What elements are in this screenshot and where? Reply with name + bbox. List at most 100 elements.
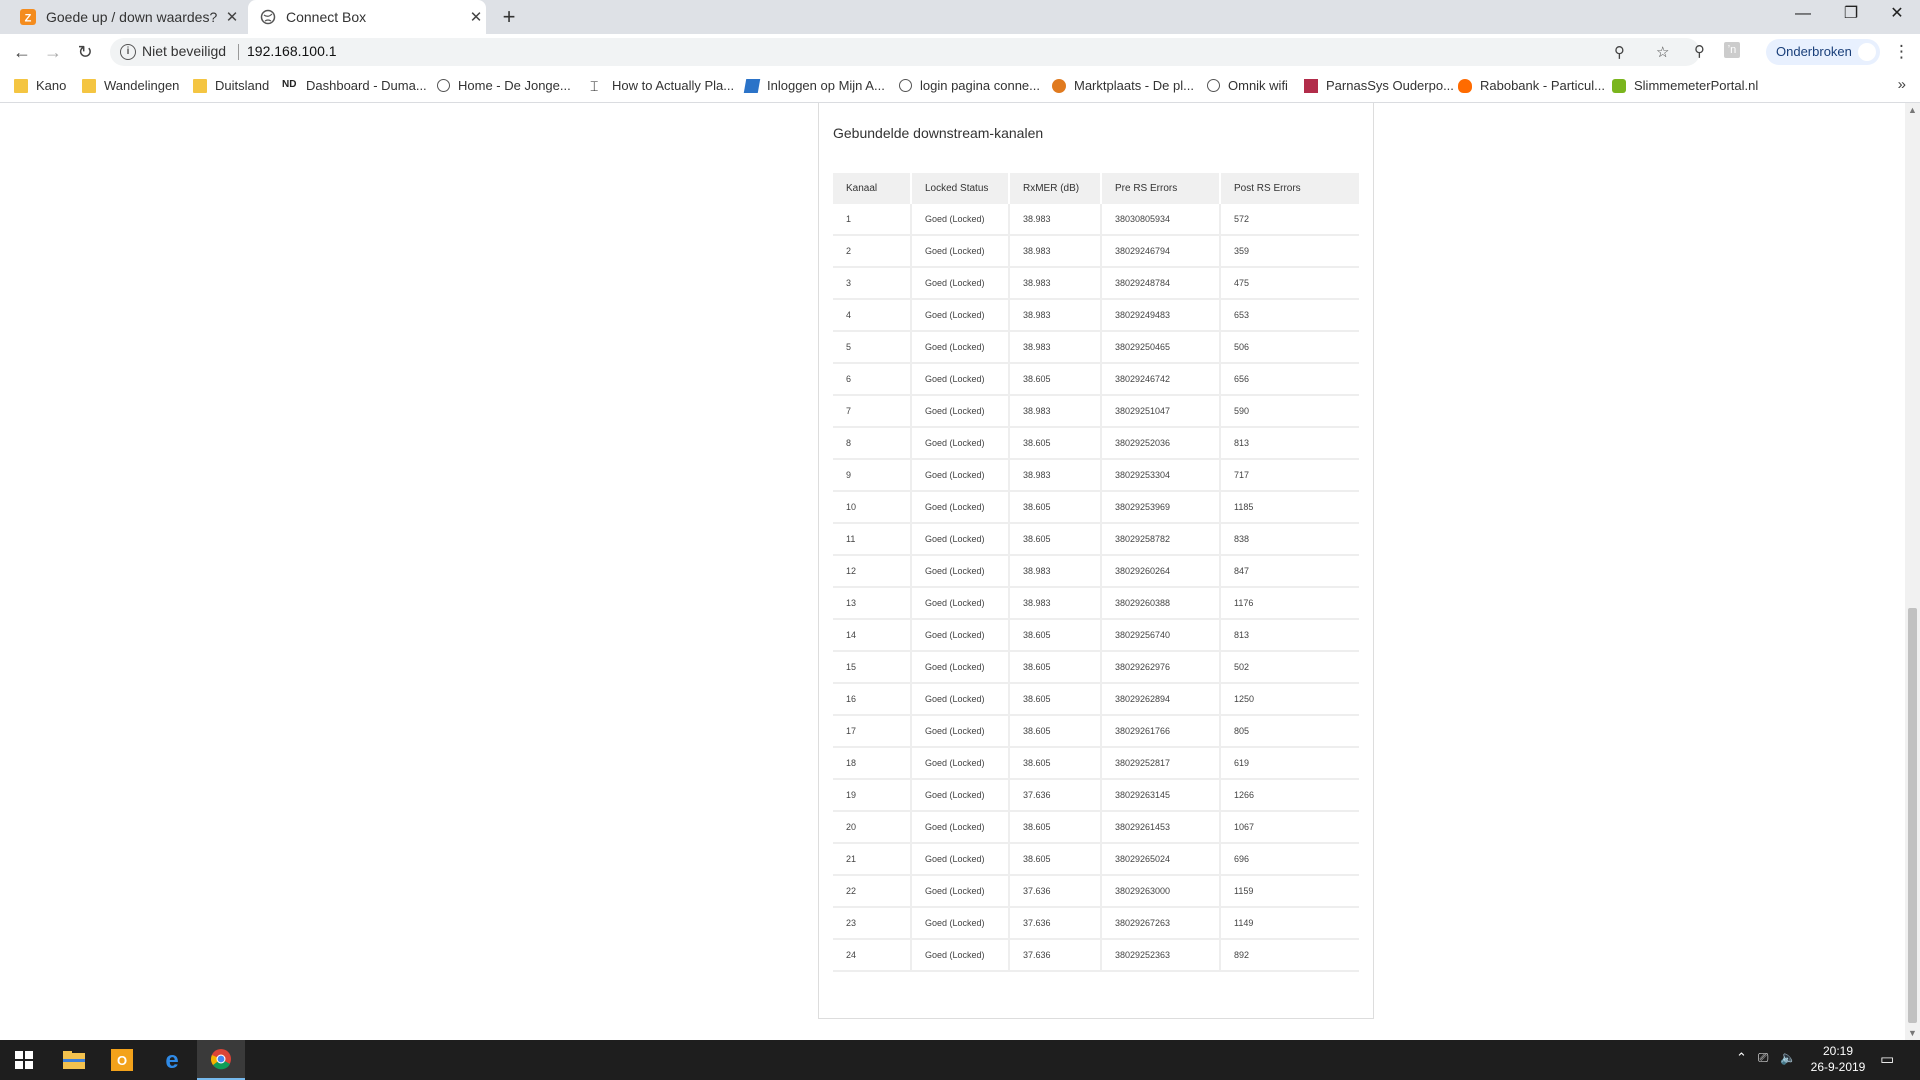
bookmark-label: Wandelingen [104, 78, 180, 93]
edge-icon[interactable]: e [148, 1040, 196, 1080]
profile-label: Onderbroken [1776, 44, 1852, 59]
table-cell: 38029263000 [1102, 876, 1221, 908]
bookmark-marktplaats[interactable]: Marktplaats - De pl... [1052, 78, 1194, 93]
address-bar[interactable]: i Niet beveiligd 192.168.100.1 ⚲ ☆ [110, 38, 1700, 66]
table-row: 10 Goed (Locked) 38.605 38029253969 1185 [833, 492, 1359, 524]
bookmark-label: Rabobank - Particul... [1480, 78, 1606, 93]
notification-icon[interactable]: ▭ [1880, 1050, 1894, 1068]
new-tab-button[interactable]: + [496, 4, 522, 30]
table-cell: Goed (Locked) [912, 748, 1010, 780]
network-icon[interactable]: ⎚ [1758, 1050, 1768, 1066]
table-cell: 38029262976 [1102, 652, 1221, 684]
search-icon[interactable]: ⚲ [1694, 42, 1705, 60]
minimize-button[interactable]: — [1780, 0, 1826, 30]
bookmark-home[interactable]: Home - De Jonge... [437, 78, 571, 93]
table-cell: 359 [1221, 236, 1359, 268]
bookmark-login-pagina[interactable]: login pagina conne... [899, 78, 1040, 93]
table-row: 2 Goed (Locked) 38.983 38029246794 359 [833, 236, 1359, 268]
table-cell: 892 [1221, 940, 1359, 972]
globe-icon [260, 9, 276, 25]
profile-button[interactable]: Onderbroken [1766, 39, 1880, 65]
bookmark-label: Marktplaats - De pl... [1074, 78, 1194, 93]
bookmark-wandelingen[interactable]: Wandelingen [82, 78, 179, 93]
extension-icon[interactable]: ʼn [1724, 42, 1740, 58]
globe-icon [1207, 79, 1220, 92]
parnassys-icon [1304, 78, 1318, 93]
table-row: 19 Goed (Locked) 37.636 38029263145 1266 [833, 780, 1359, 812]
table-cell: 21 [833, 844, 912, 876]
table-row: 17 Goed (Locked) 38.605 38029261766 805 [833, 716, 1359, 748]
forward-icon[interactable]: → [41, 40, 65, 64]
tab-title: Connect Box [286, 9, 367, 25]
file-explorer-icon[interactable] [50, 1040, 98, 1080]
bookmark-slimmemeter[interactable]: SlimmemeterPortal.nl [1612, 78, 1758, 93]
bookmark-duitsland[interactable]: Duitsland [193, 78, 269, 93]
table-cell: 1067 [1221, 812, 1359, 844]
bookmark-label: Home - De Jonge... [458, 78, 571, 93]
table-cell: 38029260388 [1102, 588, 1221, 620]
close-window-button[interactable]: ✕ [1874, 0, 1920, 30]
table-row: 21 Goed (Locked) 38.605 38029265024 696 [833, 844, 1359, 876]
table-cell: 38.983 [1010, 236, 1102, 268]
browser-toolbar: ← → ↻ i Niet beveiligd 192.168.100.1 ⚲ ☆… [0, 34, 1920, 70]
bookmark-parnassys[interactable]: ParnasSys Ouderpo... [1304, 78, 1454, 93]
table-cell: 1185 [1221, 492, 1359, 524]
volume-icon[interactable]: 🔈 [1780, 1050, 1796, 1066]
bookmark-label: Dashboard - Duma... [306, 78, 427, 93]
reload-icon[interactable]: ↻ [73, 40, 97, 64]
table-cell: 38029262894 [1102, 684, 1221, 716]
table-cell: 37.636 [1010, 908, 1102, 940]
restore-button[interactable]: ❐ [1828, 0, 1874, 30]
star-icon[interactable]: ☆ [1656, 43, 1669, 61]
more-bookmarks-icon[interactable]: » [1898, 76, 1906, 93]
page-scrollbar[interactable]: ▲ ▼ [1905, 103, 1920, 1040]
bookmark-rabobank[interactable]: Rabobank - Particul... [1458, 78, 1605, 93]
table-row: 23 Goed (Locked) 37.636 38029267263 1149 [833, 908, 1359, 940]
table-cell: 805 [1221, 716, 1359, 748]
bookmark-kano[interactable]: Kano [14, 78, 66, 93]
table-cell: Goed (Locked) [912, 300, 1010, 332]
table-cell: 11 [833, 524, 912, 556]
divider [238, 44, 239, 60]
back-icon[interactable]: ← [10, 40, 34, 64]
scroll-down-icon[interactable]: ▼ [1908, 1028, 1917, 1038]
table-cell: Goed (Locked) [912, 620, 1010, 652]
table-cell: 38.983 [1010, 204, 1102, 236]
outlook-icon[interactable]: O [98, 1040, 146, 1080]
url-text[interactable]: 192.168.100.1 [247, 43, 337, 59]
chevron-up-icon[interactable]: ⌃ [1736, 1050, 1747, 1066]
zoom-icon[interactable]: ⚲ [1614, 43, 1625, 61]
table-cell: Goed (Locked) [912, 812, 1010, 844]
security-label[interactable]: Niet beveiligd [142, 43, 226, 59]
close-tab-icon[interactable]: ✕ [222, 8, 242, 26]
table-cell: 717 [1221, 460, 1359, 492]
bookmark-omnik[interactable]: Omnik wifi [1207, 78, 1288, 93]
tab-connect-box[interactable]: Connect Box ✕ [248, 0, 486, 34]
table-cell: 1 [833, 204, 912, 236]
info-icon[interactable]: i [120, 44, 136, 60]
folder-icon [82, 78, 96, 93]
bookmark-dashboard[interactable]: ND Dashboard - Duma... [282, 78, 427, 93]
table-cell: Goed (Locked) [912, 524, 1010, 556]
tab-ziggo[interactable]: Z Goede up / down waardes? | Ziggo ✕ [10, 0, 242, 34]
table-cell: 23 [833, 908, 912, 940]
table-cell: 38029252817 [1102, 748, 1221, 780]
table-cell: 38029249483 [1102, 300, 1221, 332]
table-cell: 10 [833, 492, 912, 524]
bookmark-label: ParnasSys Ouderpo... [1326, 78, 1454, 93]
windows-start-icon[interactable] [0, 1040, 48, 1080]
table-cell: 38.983 [1010, 556, 1102, 588]
column-header: Kanaal [833, 173, 912, 204]
scroll-up-icon[interactable]: ▲ [1908, 105, 1917, 115]
scrollbar-thumb[interactable] [1908, 608, 1917, 1023]
table-cell: 38.605 [1010, 620, 1102, 652]
table-cell: 19 [833, 780, 912, 812]
table-row: 6 Goed (Locked) 38.605 38029246742 656 [833, 364, 1359, 396]
bookmark-inloggen[interactable]: Inloggen op Mijn A... [743, 78, 885, 93]
svg-text:O: O [117, 1053, 127, 1068]
menu-icon[interactable]: ⋮ [1893, 42, 1910, 62]
clock[interactable]: 20:19 26-9-2019 [1802, 1043, 1874, 1075]
bookmark-how-to[interactable]: ⌶ How to Actually Pla... [590, 78, 734, 93]
close-tab-icon[interactable]: ✕ [466, 8, 486, 26]
chrome-icon[interactable] [197, 1040, 245, 1080]
